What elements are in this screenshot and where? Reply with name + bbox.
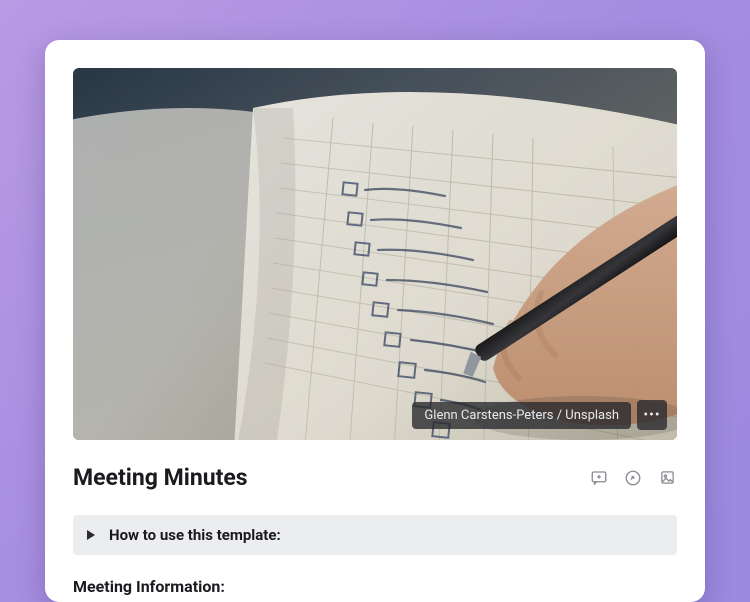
expand-triangle-icon — [87, 530, 95, 540]
notebook-photo-illustration — [73, 68, 677, 440]
attribution-text: Glenn Carstens-Peters / Unsplash — [412, 402, 631, 429]
comment-plus-icon — [590, 469, 608, 487]
cover-settings-button[interactable] — [657, 468, 677, 488]
add-comment-button[interactable] — [589, 468, 609, 488]
cover-image[interactable]: Glenn Carstens-Peters / Unsplash ••• — [73, 68, 677, 440]
page-title[interactable]: Meeting Minutes — [73, 464, 248, 491]
image-icon — [659, 469, 676, 486]
cover-attribution: Glenn Carstens-Peters / Unsplash ••• — [412, 400, 667, 430]
more-icon: ••• — [643, 408, 660, 422]
callout-label: How to use this template: — [109, 526, 281, 544]
title-actions — [589, 468, 677, 488]
document-card: Glenn Carstens-Peters / Unsplash ••• Mee… — [45, 40, 705, 602]
how-to-use-callout[interactable]: How to use this template: — [73, 515, 677, 555]
share-icon — [624, 469, 642, 487]
cover-more-button[interactable]: ••• — [637, 400, 667, 430]
title-row: Meeting Minutes — [73, 464, 677, 491]
share-button[interactable] — [623, 468, 643, 488]
meeting-info-heading[interactable]: Meeting Information: — [73, 577, 677, 596]
